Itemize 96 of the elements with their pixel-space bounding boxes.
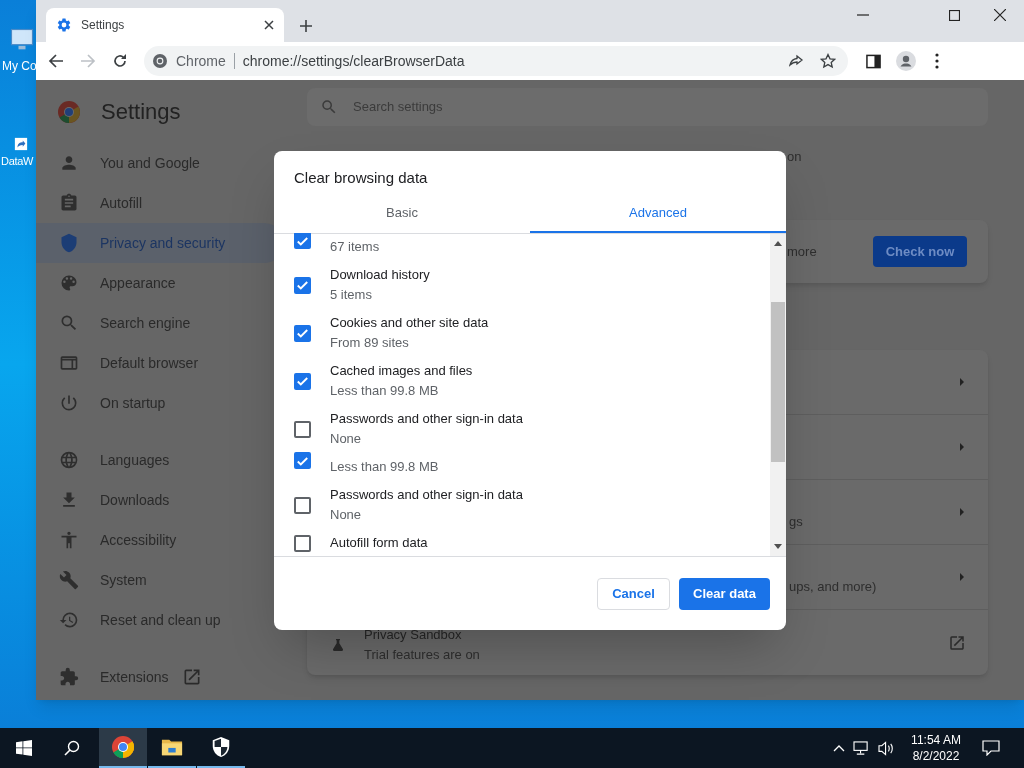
check-now-button[interactable]: Check now bbox=[873, 236, 967, 267]
option-detail: Less than 99.8 MB bbox=[330, 382, 440, 400]
back-icon[interactable] bbox=[48, 53, 64, 69]
star-icon[interactable] bbox=[820, 53, 836, 69]
scroll-down-icon[interactable] bbox=[774, 544, 782, 549]
gear-icon bbox=[56, 17, 72, 33]
accessibility-icon bbox=[59, 530, 79, 550]
share-icon[interactable] bbox=[788, 53, 804, 69]
nav-item[interactable]: Search engine bbox=[36, 303, 284, 343]
nav-item[interactable]: Languages bbox=[36, 440, 284, 480]
volume-icon[interactable] bbox=[878, 740, 895, 756]
clock[interactable]: 11:54 AM 8/2/2022 bbox=[905, 732, 967, 764]
option-detail: 5 items bbox=[330, 286, 373, 304]
nav-item[interactable]: On startup bbox=[36, 383, 284, 423]
history-icon bbox=[59, 610, 79, 630]
windows-start-icon[interactable] bbox=[16, 740, 32, 756]
desktop-icon-label[interactable]: My Co bbox=[2, 59, 37, 73]
desktop-icon-label[interactable]: DataW bbox=[1, 154, 34, 168]
chrome-icon bbox=[152, 53, 168, 69]
search-icon[interactable] bbox=[64, 740, 80, 756]
setting-description: more bbox=[787, 242, 817, 261]
nav-item[interactable]: Extensions bbox=[36, 657, 284, 697]
shortcut-icon[interactable] bbox=[14, 137, 28, 151]
chevron-up-icon[interactable] bbox=[833, 744, 845, 752]
option-title: Download history bbox=[330, 266, 430, 284]
profile-icon[interactable] bbox=[896, 51, 916, 71]
external-link-icon bbox=[182, 667, 203, 687]
option-title: Passwords and other sign-in data bbox=[330, 486, 523, 504]
dialog-tab[interactable]: Advanced bbox=[530, 195, 786, 233]
clear-data-button[interactable]: Clear data bbox=[679, 577, 770, 610]
plus-icon[interactable] bbox=[300, 20, 312, 32]
flask-icon bbox=[330, 636, 346, 653]
browser-window-icon bbox=[59, 353, 79, 373]
checkbox[interactable] bbox=[294, 372, 311, 390]
setting-description: ups, and more) bbox=[789, 578, 877, 597]
site-label: Chrome bbox=[176, 51, 226, 71]
puzzle-icon bbox=[59, 667, 79, 687]
browser-tab[interactable]: Settings bbox=[46, 8, 284, 42]
close-icon[interactable] bbox=[264, 20, 274, 30]
nav-item[interactable]: System bbox=[36, 560, 284, 600]
option-detail: None bbox=[330, 506, 363, 524]
chevron-right-icon[interactable] bbox=[958, 571, 966, 583]
network-icon[interactable] bbox=[853, 740, 870, 756]
scrollbar[interactable] bbox=[770, 234, 786, 556]
search-icon bbox=[59, 313, 79, 333]
setting-title: Privacy Sandbox bbox=[364, 625, 463, 644]
option-title: Cached images and files bbox=[330, 362, 473, 380]
checkbox[interactable] bbox=[294, 324, 311, 342]
side-panel-icon[interactable] bbox=[866, 53, 881, 69]
nav-item[interactable]: Default browser bbox=[36, 343, 284, 383]
nav-item[interactable]: Appearance bbox=[36, 263, 284, 303]
chevron-right-icon[interactable] bbox=[958, 376, 966, 388]
shield-icon bbox=[59, 233, 79, 253]
chevron-right-icon[interactable] bbox=[958, 441, 966, 453]
external-link-icon bbox=[948, 633, 966, 652]
maximize-icon[interactable] bbox=[949, 9, 960, 21]
url-text: chrome://settings/clearBrowserData bbox=[242, 51, 465, 71]
taskbar-app[interactable] bbox=[99, 728, 147, 768]
settings-title: Settings bbox=[101, 98, 181, 126]
power-icon bbox=[59, 393, 79, 413]
scroll-up-icon[interactable] bbox=[774, 241, 782, 246]
chrome-logo-icon bbox=[57, 99, 81, 124]
chrome-icon bbox=[111, 735, 135, 759]
shield-icon bbox=[210, 736, 232, 758]
nav-item[interactable]: Reset and clean up bbox=[36, 600, 284, 640]
nav-item[interactable]: Downloads bbox=[36, 480, 284, 520]
checkbox[interactable] bbox=[294, 420, 311, 438]
menu-icon[interactable] bbox=[935, 53, 939, 69]
checkbox[interactable] bbox=[294, 276, 311, 294]
option-title: Autofill form data bbox=[330, 534, 428, 552]
nav-item[interactable]: You and Google bbox=[36, 143, 284, 183]
search-icon bbox=[320, 98, 338, 116]
checkbox[interactable] bbox=[294, 452, 311, 469]
tab-title: Settings bbox=[81, 17, 125, 34]
checkbox[interactable] bbox=[294, 496, 311, 514]
cancel-button[interactable]: Cancel bbox=[597, 577, 670, 610]
option-title: Cookies and other site data bbox=[330, 314, 489, 332]
dialog-title: Clear browsing data bbox=[294, 168, 429, 188]
setting-description: gs bbox=[789, 513, 803, 532]
close-icon[interactable] bbox=[994, 9, 1006, 21]
checkbox[interactable] bbox=[294, 233, 311, 249]
wrench-icon bbox=[59, 570, 79, 590]
option-detail: 67 items bbox=[330, 238, 380, 256]
option-detail: Less than 99.8 MB bbox=[330, 458, 439, 476]
option-title: Passwords and other sign-in data bbox=[330, 410, 523, 428]
globe-icon bbox=[59, 450, 79, 470]
clipboard-icon bbox=[59, 193, 79, 213]
nav-item[interactable]: Accessibility bbox=[36, 520, 284, 560]
reload-icon[interactable] bbox=[112, 53, 128, 69]
chevron-right-icon[interactable] bbox=[958, 506, 966, 518]
address-bar[interactable]: Chrome chrome://settings/clearBrowserData bbox=[144, 46, 848, 76]
option-detail: From 89 sites bbox=[330, 334, 410, 352]
option-detail: None bbox=[330, 430, 363, 448]
notification-icon[interactable] bbox=[982, 740, 1000, 756]
palette-icon bbox=[59, 273, 79, 293]
checkbox[interactable] bbox=[294, 534, 311, 552]
